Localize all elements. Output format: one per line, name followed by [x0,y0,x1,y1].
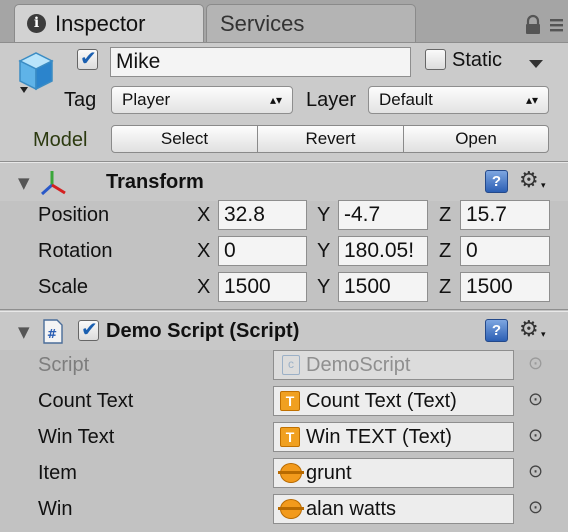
count-text-label: Count Text [38,390,134,412]
gear-icon[interactable]: ⚙ [519,169,539,193]
item-value: grunt [306,462,352,484]
layer-label: Layer [306,89,357,111]
gameobject-header: Mike Static Tag Player ▴▾ Layer Default … [0,43,568,162]
lock-icon[interactable] [522,14,544,36]
svg-text:#: # [47,327,57,341]
active-checkbox[interactable] [77,46,98,70]
win-label: Win [38,498,73,520]
scale-label: Scale [38,276,89,298]
demo-script-title: Demo Script (Script) [106,320,300,342]
help-icon[interactable]: ? [485,319,508,342]
position-label: Position [38,204,110,226]
script-field-value: DemoScript [306,354,411,376]
item-label: Item [38,462,77,484]
revert-button[interactable]: Revert [257,125,404,153]
tag-dropdown-value: Player [122,90,171,109]
text-component-icon: T [280,391,300,411]
script-label: Script [38,354,90,376]
position-z-label[interactable]: Z [439,201,451,229]
scale-x-label[interactable]: X [197,273,210,301]
tab-inspector[interactable]: i Inspector [14,4,204,42]
gear-dropdown-icon: ▾ [541,181,546,191]
position-x-field[interactable]: 32.8 [218,200,307,230]
component-divider [0,309,568,310]
text-component-icon: T [280,427,300,447]
scale-y-field[interactable]: 1500 [338,272,428,302]
transform-title: Transform [106,171,204,193]
gameobject-icon [278,463,304,483]
position-y-label[interactable]: Y [317,201,330,229]
dropdown-arrows-icon: ▴▾ [525,93,538,107]
item-field[interactable]: grunt [273,458,514,488]
foldout-arrow-icon[interactable]: ▼ [18,323,30,341]
layer-dropdown[interactable]: Default ▴▾ [368,86,549,114]
object-picker-icon[interactable]: ⊙ [528,425,543,446]
static-dropdown-arrow[interactable] [529,56,543,68]
name-field[interactable]: Mike [110,47,411,77]
win-text-field[interactable]: T Win TEXT (Text) [273,422,514,452]
demo-script-header[interactable]: ▼ # Demo Script (Script) ? ⚙ ▾ [0,311,568,350]
info-icon: i [27,14,46,33]
static-label: Static [452,49,503,71]
tab-services-label: Services [220,11,305,36]
csharp-script-icon: # [42,319,64,344]
transform-icon [38,169,68,197]
object-picker-icon[interactable]: ⊙ [528,389,543,410]
scale-x-field[interactable]: 1500 [218,272,307,302]
transform-header[interactable]: ▼ Transform ? ⚙ ▾ [0,162,568,201]
gear-dropdown-icon: ▾ [541,330,546,340]
position-z-field[interactable]: 15.7 [460,200,550,230]
position-y-field[interactable]: -4.7 [338,200,428,230]
count-text-field[interactable]: T Count Text (Text) [273,386,514,416]
object-picker-icon[interactable]: ⊙ [528,461,543,482]
dropdown-arrows-icon: ▴▾ [269,93,282,107]
rotation-label: Rotation [38,240,113,262]
win-text-label: Win Text [38,426,115,448]
foldout-arrow-icon[interactable]: ▼ [18,174,30,192]
rotation-y-label[interactable]: Y [317,237,330,265]
gear-icon[interactable]: ⚙ [519,318,539,342]
script-enabled-checkbox[interactable] [78,317,99,341]
tag-dropdown[interactable]: Player ▴▾ [111,86,293,114]
rotation-z-field[interactable]: 0 [460,236,550,266]
menu-icon[interactable] [548,17,564,33]
object-picker-icon[interactable]: ⊙ [528,497,543,518]
model-label: Model [33,129,88,151]
layer-dropdown-value: Default [379,90,433,109]
tab-services[interactable]: Services [206,4,416,42]
rotation-x-label[interactable]: X [197,237,210,265]
scale-z-field[interactable]: 1500 [460,272,550,302]
rotation-x-field[interactable]: 0 [218,236,307,266]
script-file-icon: c [282,355,300,375]
tab-bar: i Inspector Services [0,0,568,43]
tab-inspector-label: Inspector [55,11,146,36]
static-checkbox[interactable] [425,49,446,70]
win-field[interactable]: alan watts [273,494,514,524]
rotation-z-label[interactable]: Z [439,237,451,265]
gameobject-cube-icon[interactable] [12,51,60,97]
scale-y-label[interactable]: Y [317,273,330,301]
count-text-value: Count Text (Text) [306,390,457,412]
rotation-y-field[interactable]: 180.05! [338,236,428,266]
open-button[interactable]: Open [403,125,549,153]
object-picker-icon: ⊙ [528,353,544,374]
gameobject-icon [278,499,304,519]
position-x-label[interactable]: X [197,201,210,229]
select-button[interactable]: Select [111,125,258,153]
scale-z-label[interactable]: Z [439,273,451,301]
script-field: c DemoScript [273,350,514,380]
win-text-value: Win TEXT (Text) [306,426,452,448]
win-value: alan watts [306,498,397,520]
help-icon[interactable]: ? [485,170,508,193]
tag-label: Tag [64,89,97,111]
